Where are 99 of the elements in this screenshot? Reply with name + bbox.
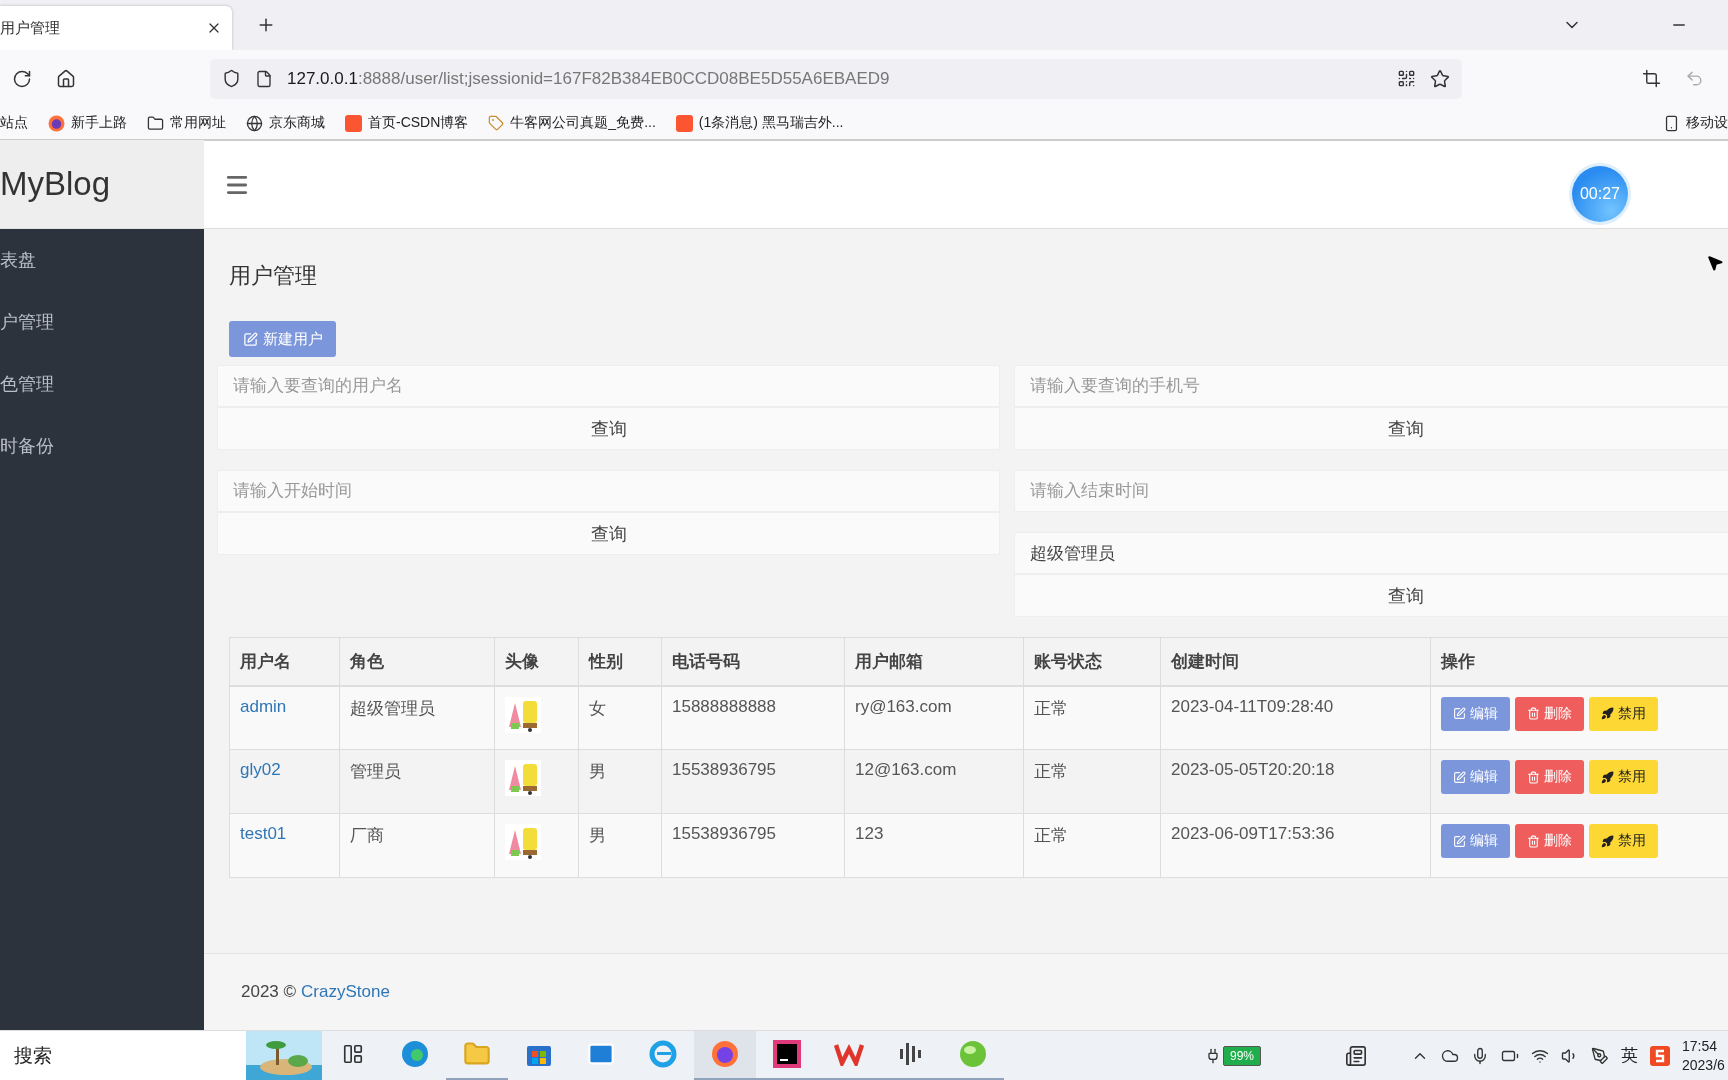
page-icon (255, 69, 273, 88)
rocket-icon (1601, 834, 1614, 848)
trash-icon (1527, 770, 1540, 784)
table-cell: 男 (578, 813, 662, 878)
trash-icon (1527, 707, 1540, 720)
role-select[interactable]: 超级管理员 (1014, 532, 1728, 574)
tag-icon (488, 115, 505, 131)
input-method-indicator[interactable]: 英 (1621, 1044, 1638, 1067)
sidebar-item[interactable]: 户管理 (0, 291, 204, 353)
search-field[interactable]: 请输入开始时间 (217, 470, 1000, 512)
reload-icon[interactable] (12, 68, 32, 89)
query-button[interactable]: 查询 (217, 512, 1000, 555)
bookmark[interactable]: 新手上路 (48, 114, 127, 132)
table-cell: 厂商 (339, 813, 495, 878)
task-view-icon[interactable] (342, 1043, 364, 1065)
column-header: 电话号码 (661, 637, 845, 686)
username-link[interactable]: gly02 (240, 760, 281, 779)
table-cell: 12@163.com (844, 749, 1024, 814)
tab-title: 用户管理 (0, 18, 60, 38)
home-icon[interactable] (56, 68, 76, 89)
trash-icon (1527, 834, 1540, 848)
news-icon[interactable] (1345, 1044, 1367, 1067)
bookmark[interactable]: 首页-CSDN博客 (345, 114, 469, 132)
table-cell: 管理员 (339, 749, 495, 814)
table-cell: 15538936795 (661, 813, 845, 878)
column-header: 创建时间 (1160, 637, 1431, 686)
query-button[interactable]: 查询 (1014, 407, 1728, 450)
edit-icon (242, 331, 258, 347)
url-text: 127.0.0.1:8888/user/list;jsessionid=167F82B384EB0CCD08BE5D55A6EBAED9 (287, 68, 891, 89)
column-header: 用户名 (229, 637, 340, 686)
column-header: 角色 (339, 637, 495, 686)
search-field[interactable]: 请输入要查询的用户名 (217, 365, 1000, 407)
bookmark[interactable]: 牛客网公司真题_免费... (488, 114, 656, 132)
browser-tab[interactable]: 用户管理 (0, 6, 232, 50)
rocket-icon (1601, 770, 1614, 784)
search-field[interactable]: 请输入结束时间 (1014, 470, 1728, 512)
clock[interactable]: 17:54 2023/6 (1682, 1037, 1724, 1074)
column-header: 账号状态 (1023, 637, 1161, 686)
ide-icon[interactable] (773, 1040, 801, 1068)
column-header: 性别 (578, 637, 662, 686)
table-cell: 超级管理员 (339, 685, 495, 750)
table-cell: 15888888888 (661, 685, 845, 750)
edit-icon (1453, 707, 1466, 720)
page-title: 用户管理 (229, 262, 317, 290)
table-cell: 正常 (1023, 749, 1161, 814)
pen-icon[interactable] (1591, 1046, 1609, 1065)
query-button[interactable]: 查询 (217, 407, 1000, 450)
edit-icon (1453, 770, 1466, 784)
query-button[interactable]: 查询 (1014, 574, 1728, 617)
globe-icon (246, 114, 263, 132)
table-cell: 女 (578, 685, 662, 750)
table-cell: 2023-05-05T20:20:18 (1160, 749, 1431, 814)
table-cell: 正常 (1023, 813, 1161, 878)
rocket-icon (1601, 707, 1614, 720)
sidebar-item[interactable]: 表盘 (0, 229, 204, 291)
bookmark[interactable]: (1条消息) 黑马瑞吉外... (675, 114, 844, 132)
bookmark[interactable]: 站点 (0, 114, 28, 132)
qr-code-icon[interactable] (1397, 69, 1416, 88)
disable-button[interactable]: 禁用 (1589, 696, 1658, 731)
table-cell: ry@163.com (844, 685, 1024, 750)
browser-icon[interactable] (711, 1040, 739, 1068)
phone-icon (1663, 114, 1680, 132)
disable-button[interactable]: 禁用 (1589, 824, 1658, 858)
address-bar[interactable]: 127.0.0.1:8888/user/list;jsessionid=167F82B384EB0CCD08BE5D55A6EBAED9 (210, 58, 1462, 99)
table-cell: 2023-06-09T17:53:36 (1160, 813, 1431, 878)
edit-icon (1453, 834, 1466, 848)
shield-icon (222, 69, 241, 88)
mic-icon[interactable] (1471, 1046, 1489, 1065)
sidebar-item[interactable]: 时备份 (0, 415, 204, 477)
column-header: 操作 (1430, 637, 1728, 686)
table-cell: 123 (844, 813, 1024, 878)
column-header: 头像 (494, 637, 579, 686)
copyright-text: 2023 © (241, 982, 297, 1002)
table-cell: 男 (578, 749, 662, 814)
search-field[interactable]: 请输入要查询的手机号 (1014, 365, 1728, 407)
zigzag-icon[interactable] (834, 1042, 864, 1066)
brand-title: MyBlog (0, 140, 204, 229)
author-link[interactable]: CrazyStone (301, 982, 390, 1002)
fox-icon (48, 114, 65, 132)
crop-icon[interactable] (1642, 69, 1661, 88)
column-header: 用户邮箱 (844, 637, 1024, 686)
mouse-pointer-icon (1706, 254, 1724, 272)
timer-badge: 00:27 (1572, 165, 1628, 222)
table-cell: 2023-04-11T09:28:40 (1160, 685, 1431, 750)
username-link[interactable]: admin (240, 696, 287, 716)
bookmark[interactable]: 常用网址 (147, 114, 226, 132)
folder-icon (147, 114, 164, 132)
table-cell: 正常 (1023, 685, 1161, 750)
username-link[interactable]: test01 (240, 824, 287, 843)
browser-icon[interactable] (401, 1040, 429, 1068)
bookmark[interactable]: 移动设 (1663, 114, 1728, 132)
s-logo-icon[interactable] (1650, 1045, 1670, 1066)
bookmark[interactable]: 京东商城 (246, 114, 325, 132)
sidebar-item[interactable]: 色管理 (0, 353, 204, 415)
star-icon[interactable] (1430, 68, 1450, 89)
browser-icon[interactable] (649, 1040, 677, 1068)
table-cell: 15538936795 (661, 749, 845, 814)
disable-button[interactable]: 禁用 (1589, 760, 1658, 794)
search-field[interactable]: 搜索 (0, 1030, 322, 1080)
